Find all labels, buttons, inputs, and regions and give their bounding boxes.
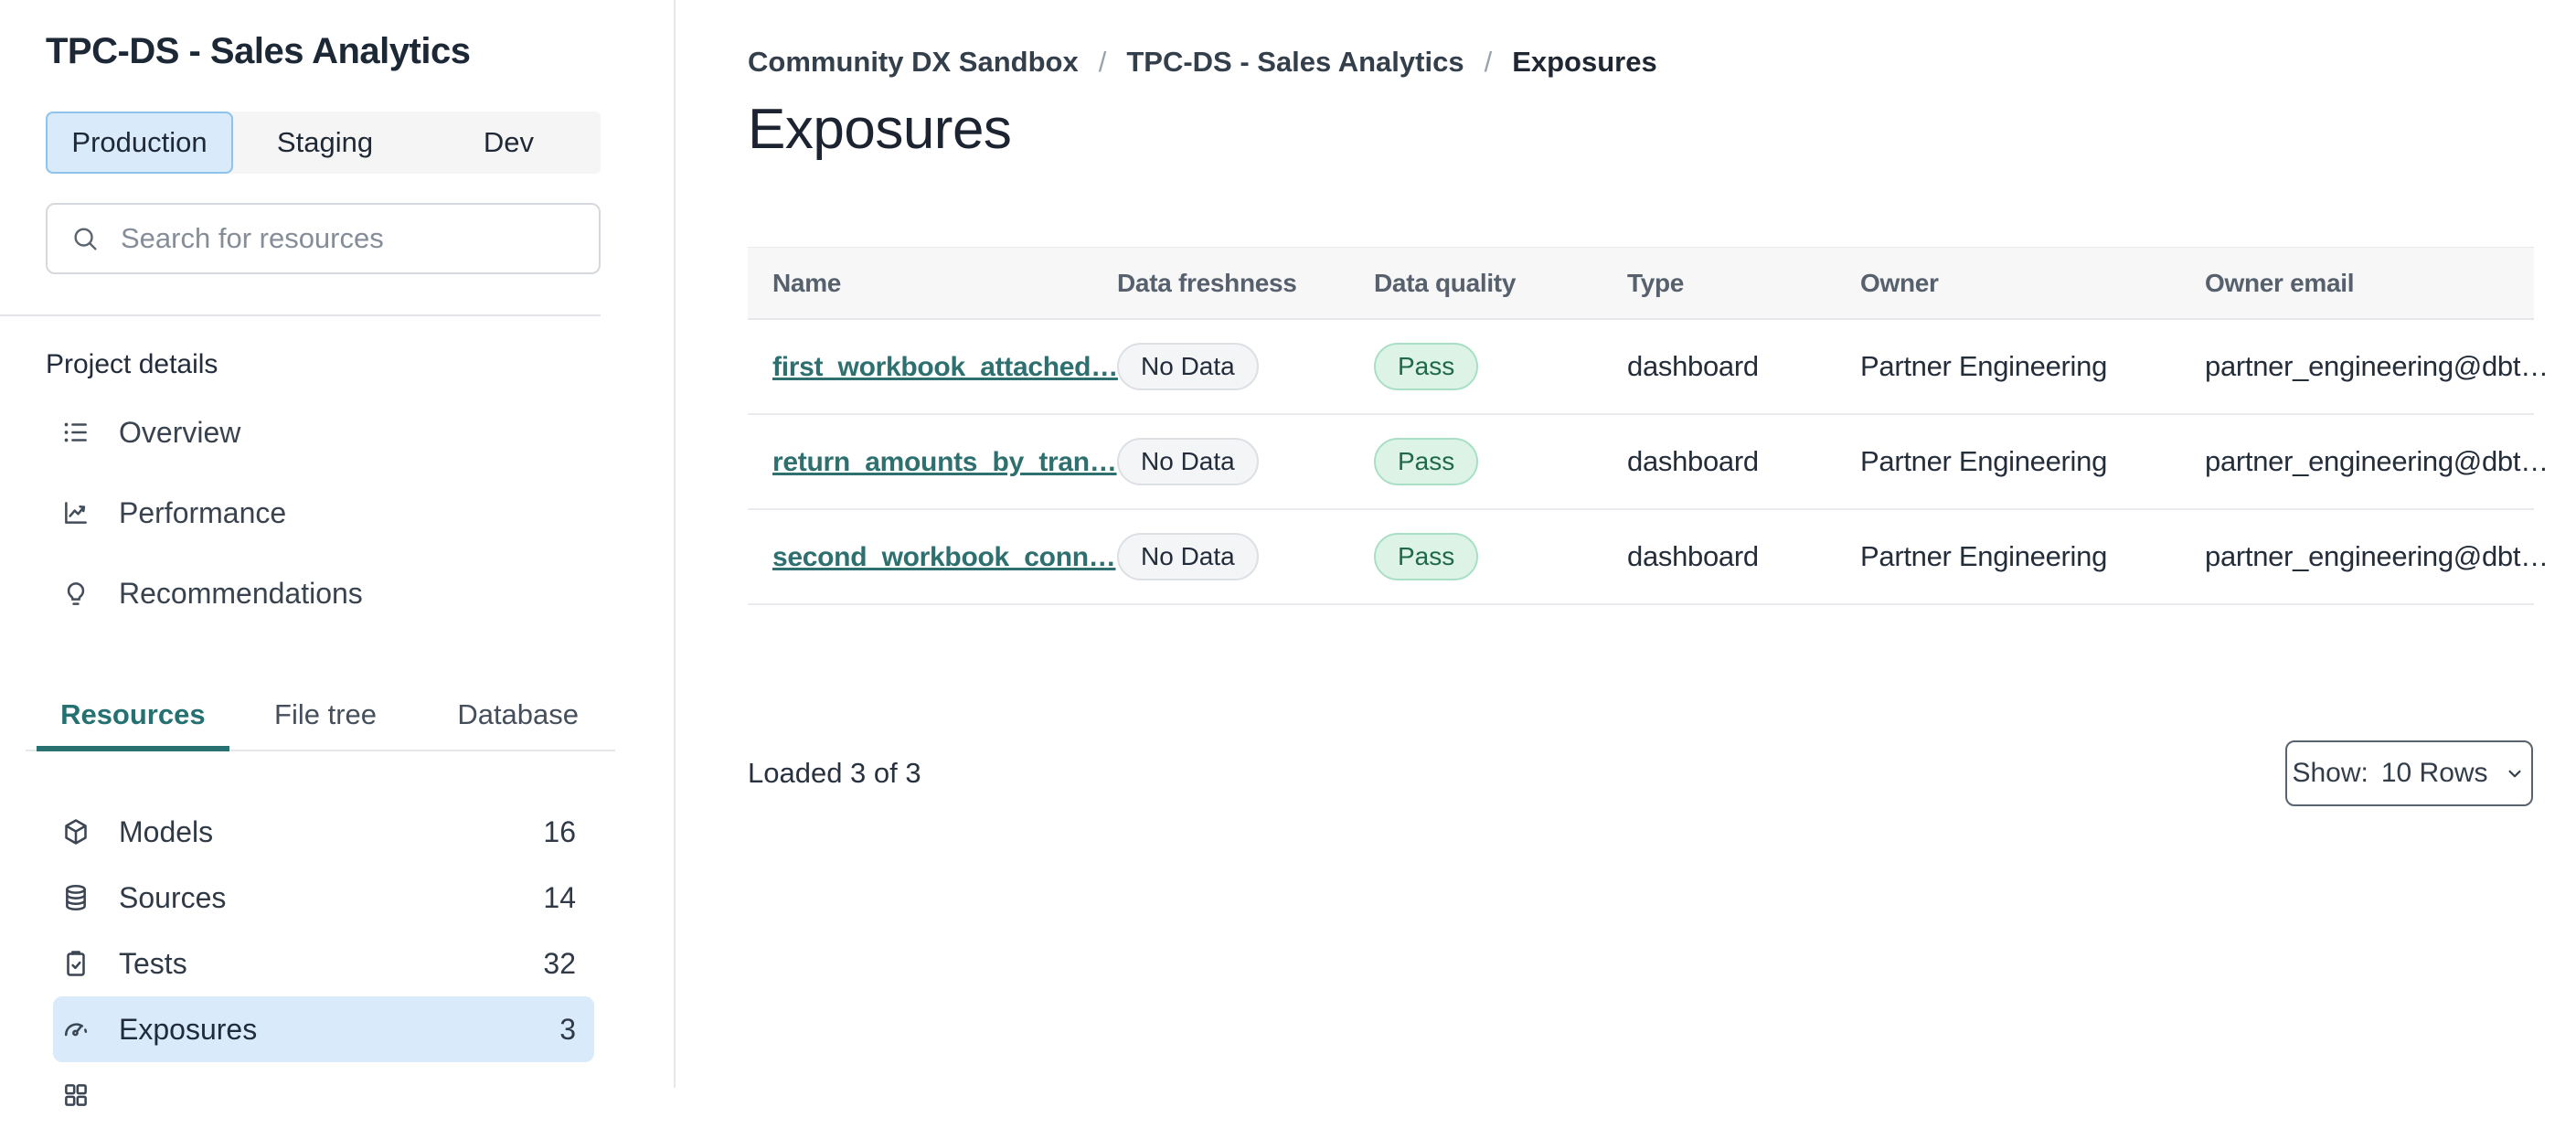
exposure-name-link[interactable]: first_workbook_attached… bbox=[772, 352, 1118, 382]
resource-count: 3 bbox=[559, 1012, 576, 1046]
sidebar-item-sources[interactable]: Sources 14 bbox=[53, 865, 594, 931]
column-header-owner: Owner bbox=[1860, 268, 1939, 297]
table-row: return_amounts_by_tran… No Data Pass das… bbox=[748, 415, 2549, 510]
lightbulb-icon bbox=[60, 578, 91, 609]
breadcrumb-current: Exposures bbox=[1512, 46, 1657, 78]
resource-count: 14 bbox=[543, 880, 576, 914]
chevron-down-icon bbox=[2503, 761, 2527, 785]
column-header-name: Name bbox=[772, 268, 842, 297]
resource-search[interactable] bbox=[46, 203, 601, 274]
sidebar-item-label: Recommendations bbox=[119, 576, 363, 610]
env-tab-staging[interactable]: Staging bbox=[233, 112, 417, 174]
exposure-name-link[interactable]: second_workbook_conn… bbox=[772, 542, 1116, 572]
sidebar-divider bbox=[0, 314, 601, 316]
resource-count: 32 bbox=[543, 946, 576, 980]
table-row: second_workbook_conn… No Data Pass dashb… bbox=[748, 510, 2549, 605]
sidebar-item-partial[interactable] bbox=[53, 1062, 594, 1128]
list-icon bbox=[60, 417, 91, 448]
package-icon bbox=[60, 816, 91, 847]
sidebar-item-label: Overview bbox=[119, 415, 241, 449]
show-label: Show: bbox=[2292, 758, 2368, 788]
tab-resources[interactable]: Resources bbox=[37, 684, 229, 751]
quality-badge: Pass bbox=[1374, 533, 1479, 580]
freshness-badge: No Data bbox=[1117, 533, 1259, 580]
sidebar: TPC-DS - Sales Analytics Production Stag… bbox=[0, 0, 674, 1106]
grid-icon bbox=[60, 1080, 91, 1111]
sidebar-item-models[interactable]: Models 16 bbox=[53, 799, 594, 865]
sidebar-item-overview[interactable]: Overview bbox=[0, 392, 601, 473]
environment-tabs: Production Staging Dev bbox=[46, 112, 601, 174]
freshness-badge: No Data bbox=[1117, 343, 1259, 390]
sidebar-item-recommendations[interactable]: Recommendations bbox=[0, 553, 601, 633]
resource-list: Models 16 Sources 14 Tests 32 Exposures … bbox=[0, 799, 614, 1128]
gauge-icon bbox=[60, 1014, 91, 1045]
column-header-data-quality: Data quality bbox=[1374, 268, 1517, 297]
freshness-badge: No Data bbox=[1117, 438, 1259, 485]
page-title: Exposures bbox=[748, 98, 1012, 161]
tab-file-tree[interactable]: File tree bbox=[229, 684, 422, 751]
resource-count: 16 bbox=[543, 814, 576, 848]
owner-email-cell: partner_engineering@dbt… bbox=[2205, 445, 2549, 477]
loaded-status: Loaded 3 of 3 bbox=[748, 757, 921, 789]
tab-database[interactable]: Database bbox=[421, 684, 614, 751]
sidebar-item-label: Tests bbox=[119, 946, 187, 980]
env-tab-dev[interactable]: Dev bbox=[417, 112, 601, 174]
owner-cell: Partner Engineering bbox=[1860, 540, 2108, 572]
project-title: TPC-DS - Sales Analytics bbox=[46, 31, 471, 71]
breadcrumb-project[interactable]: TPC-DS - Sales Analytics bbox=[1126, 46, 1464, 79]
search-icon bbox=[69, 223, 101, 254]
table-header-row: Name Data freshness Data quality Type Ow… bbox=[748, 247, 2534, 320]
breadcrumb-separator: / bbox=[1098, 46, 1107, 78]
owner-email-cell: partner_engineering@dbt… bbox=[2205, 350, 2549, 382]
sidebar-item-tests[interactable]: Tests 32 bbox=[53, 931, 594, 996]
sidebar-main-divider bbox=[674, 0, 676, 1088]
clipboard-check-icon bbox=[60, 948, 91, 979]
sidebar-item-label: Sources bbox=[119, 880, 227, 914]
project-details-nav: Overview Performance Recommendations bbox=[0, 392, 601, 633]
type-cell: dashboard bbox=[1627, 445, 1759, 477]
view-tabs: Resources File tree Database bbox=[37, 684, 614, 751]
quality-badge: Pass bbox=[1374, 438, 1479, 485]
column-header-owner-email: Owner email bbox=[2205, 268, 2355, 297]
env-tab-production[interactable]: Production bbox=[46, 112, 233, 174]
show-value: 10 Rows bbox=[2380, 758, 2488, 788]
sidebar-item-exposures[interactable]: Exposures 3 bbox=[53, 996, 594, 1062]
owner-cell: Partner Engineering bbox=[1860, 445, 2108, 477]
database-icon bbox=[60, 882, 91, 913]
type-cell: dashboard bbox=[1627, 350, 1759, 382]
sidebar-item-label: Models bbox=[119, 814, 214, 848]
exposure-name-link[interactable]: return_amounts_by_tran… bbox=[772, 447, 1117, 477]
table-row: first_workbook_attached… No Data Pass da… bbox=[748, 320, 2549, 415]
quality-badge: Pass bbox=[1374, 343, 1479, 390]
owner-cell: Partner Engineering bbox=[1860, 350, 2108, 382]
sidebar-item-performance[interactable]: Performance bbox=[0, 473, 601, 553]
column-header-data-freshness: Data freshness bbox=[1117, 268, 1297, 297]
search-input[interactable] bbox=[121, 222, 577, 255]
exposures-table: Name Data freshness Data quality Type Ow… bbox=[748, 247, 2549, 605]
sidebar-item-label: Performance bbox=[119, 495, 287, 529]
chart-line-icon bbox=[60, 497, 91, 528]
breadcrumb: Community DX Sandbox / TPC-DS - Sales An… bbox=[748, 46, 1657, 79]
sidebar-item-label: Exposures bbox=[119, 1012, 258, 1046]
column-header-type: Type bbox=[1627, 268, 1685, 297]
breadcrumb-separator: / bbox=[1484, 46, 1493, 78]
project-details-label: Project details bbox=[46, 349, 218, 379]
type-cell: dashboard bbox=[1627, 540, 1759, 572]
rows-per-page-dropdown[interactable]: Show: 10 Rows bbox=[2285, 740, 2533, 806]
owner-email-cell: partner_engineering@dbt… bbox=[2205, 540, 2549, 572]
breadcrumb-account[interactable]: Community DX Sandbox bbox=[748, 46, 1079, 79]
